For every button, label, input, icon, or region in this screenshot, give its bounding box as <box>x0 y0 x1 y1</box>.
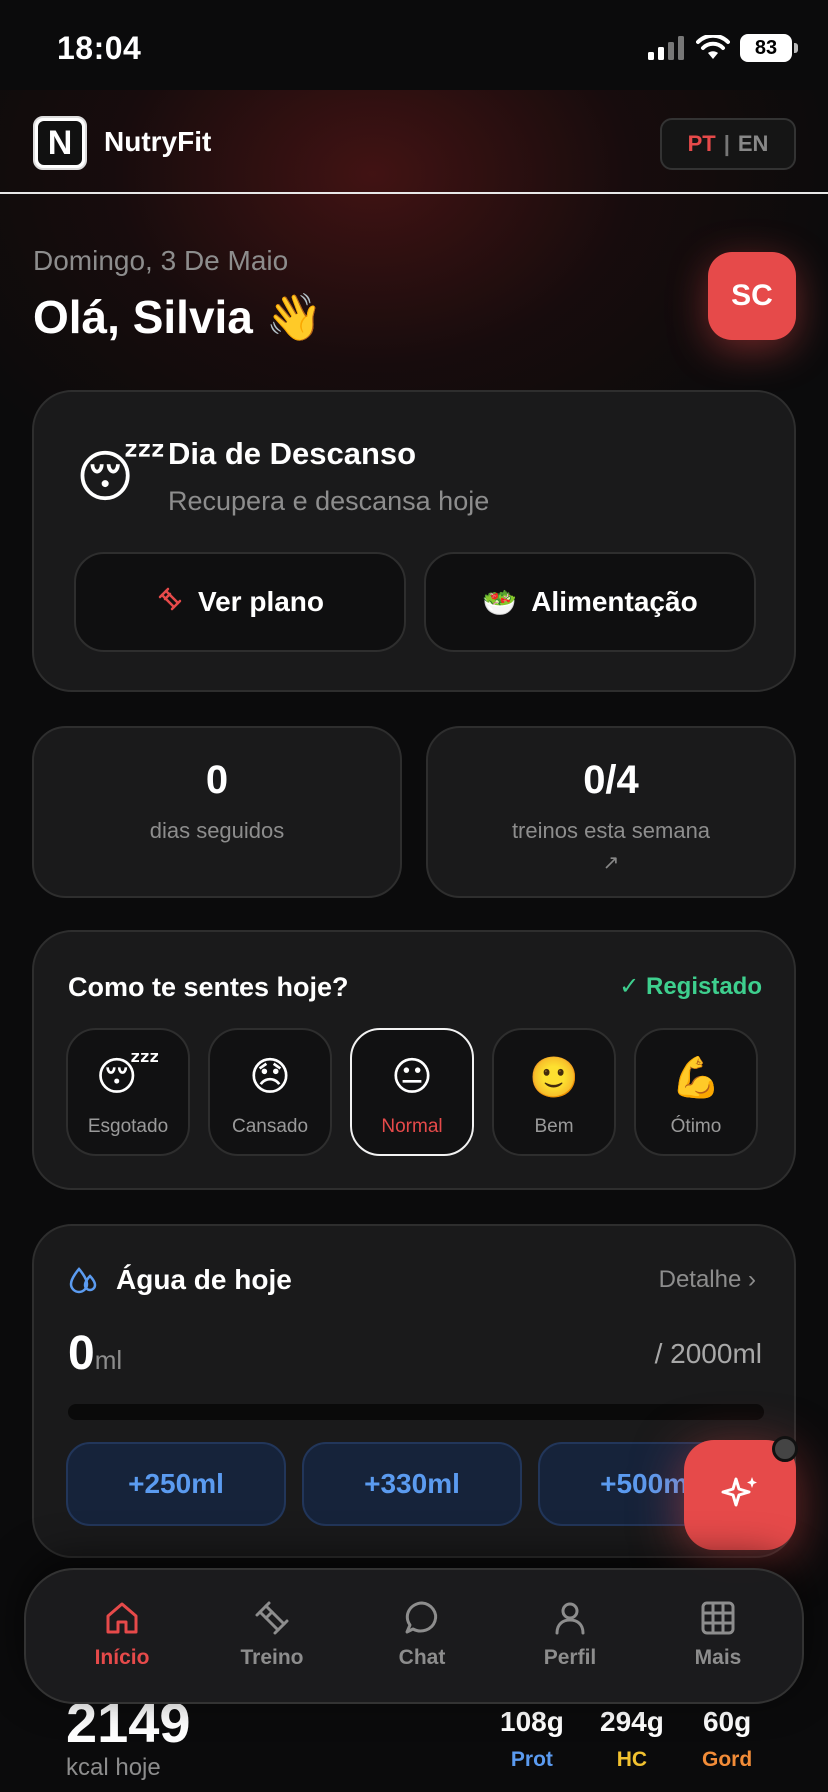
streak-label: dias seguidos <box>149 818 285 843</box>
nav-item-chat[interactable]: Chat <box>362 1598 482 1670</box>
logo-letter: N <box>38 121 82 165</box>
water-amount: 0ml <box>68 1326 122 1381</box>
mood-option-exhausted[interactable]: 😴 Esgotado <box>66 1028 190 1156</box>
wifi-icon <box>696 35 730 59</box>
nav-label: Chat <box>398 1646 446 1669</box>
grid-icon <box>701 1601 735 1635</box>
app-header: N NutryFit PT | EN <box>0 96 828 194</box>
water-amount-value: 0 <box>68 1327 95 1380</box>
nav-item-more[interactable]: Mais <box>658 1598 778 1670</box>
user-icon <box>555 1602 585 1635</box>
water-amount-unit: ml <box>94 1345 123 1375</box>
sleeping-face-icon: 😴 <box>95 1055 161 1099</box>
macro-value: 60g <box>702 1706 752 1737</box>
rest-day-subtitle: Recupera e descansa hoje <box>168 486 490 516</box>
water-detail-link[interactable]: Detalhe › <box>659 1266 756 1294</box>
nav-label: Perfil <box>543 1646 597 1669</box>
trend-up-icon: ↗ <box>602 852 620 874</box>
home-icon <box>106 1602 138 1634</box>
weekly-workouts-card: 0/4 treinos esta semana ↗ <box>426 726 796 898</box>
dumbbell-icon <box>156 585 184 620</box>
nav-item-profile[interactable]: Perfil <box>510 1598 630 1670</box>
mood-registered-status: ✓ Registado <box>619 973 762 1000</box>
disappointed-face-icon: 😞 <box>249 1055 291 1099</box>
add-250ml-button[interactable]: +250ml <box>66 1442 286 1526</box>
macro-value: 108g <box>500 1706 564 1737</box>
mood-card: Como te sentes hoje? ✓ Registado 😴 Esgot… <box>32 930 796 1190</box>
macro-name: Gord <box>702 1748 753 1771</box>
bottom-navigation: Início Treino Chat Perfil Mais <box>24 1568 804 1704</box>
mood-option-tired[interactable]: 😞 Cansado <box>208 1028 332 1156</box>
lang-en[interactable]: EN <box>738 131 769 157</box>
language-switcher[interactable]: PT | EN <box>660 118 796 170</box>
mood-option-label: Bem <box>534 1116 574 1137</box>
nav-label: Início <box>94 1646 150 1669</box>
nav-item-home[interactable]: Início <box>62 1598 182 1670</box>
status-time: 18:04 <box>57 30 142 66</box>
water-card: Água de hoje Detalhe › 0ml / 2000ml +250… <box>32 1224 796 1558</box>
fab-indicator-dot <box>772 1436 798 1462</box>
view-plan-label: Ver plano <box>197 586 325 617</box>
workouts-label: treinos esta semana <box>511 818 711 843</box>
macro-protein: 108g Prot <box>500 1706 564 1772</box>
workouts-value: 0/4 <box>583 758 639 802</box>
app-logo[interactable]: N <box>33 116 87 170</box>
water-title: Água de hoje <box>116 1264 292 1295</box>
battery-icon: 83 <box>740 34 798 62</box>
lang-separator: | <box>723 131 730 156</box>
water-goal: / 2000ml <box>654 1338 762 1369</box>
mood-option-label: Cansado <box>231 1116 309 1137</box>
nutrition-button[interactable]: 🥗 Alimentação <box>424 552 756 652</box>
sleeping-face-icon: 😴 <box>76 445 166 508</box>
salad-icon: 🥗 <box>482 586 518 618</box>
mood-option-label: Normal <box>381 1116 443 1137</box>
mood-option-great[interactable]: 💪 Ótimo <box>634 1028 758 1156</box>
view-plan-button[interactable]: Ver plano <box>74 552 406 652</box>
mood-option-label: Esgotado <box>87 1116 169 1137</box>
neutral-face-icon: 😐 <box>391 1055 433 1099</box>
status-icons: 83 <box>648 34 798 62</box>
mood-option-good[interactable]: 🙂 Bem <box>492 1028 616 1156</box>
calories-label: kcal hoje <box>66 1754 161 1781</box>
smiling-face-icon: 🙂 <box>529 1056 579 1100</box>
nutrition-label: Alimentação <box>531 586 698 617</box>
streak-value: 0 <box>205 758 229 802</box>
water-drop-icon <box>69 1267 97 1294</box>
nav-item-workout[interactable]: Treino <box>212 1598 332 1670</box>
mood-option-label: Ótimo <box>670 1116 722 1137</box>
nav-label: Mais <box>694 1646 742 1669</box>
lang-pt[interactable]: PT <box>688 131 716 157</box>
current-date: Domingo, 3 De Maio <box>33 245 289 276</box>
macro-name: HC <box>616 1748 648 1771</box>
streak-card: 0 dias seguidos <box>32 726 402 898</box>
macro-value: 294g <box>600 1706 664 1737</box>
status-bar: 18:04 83 <box>0 0 828 96</box>
dumbbell-icon <box>255 1601 289 1635</box>
rest-day-card: 😴 Dia de Descanso Recupera e descansa ho… <box>32 390 796 692</box>
nav-label: Treino <box>240 1646 304 1669</box>
rest-day-title: Dia de Descanso <box>168 436 417 471</box>
brand-name: NutryFit <box>104 126 212 157</box>
chat-icon <box>405 1601 438 1634</box>
mood-option-normal[interactable]: 😐 Normal <box>350 1028 474 1156</box>
macro-name: Prot <box>510 1748 553 1771</box>
greeting-title: Olá, Silvia 👋 <box>33 291 323 343</box>
signal-icon <box>648 36 684 60</box>
macro-fat: 60g Gord <box>702 1706 752 1772</box>
add-330ml-button[interactable]: +330ml <box>302 1442 522 1526</box>
mood-question: Como te sentes hoje? <box>68 972 349 1002</box>
avatar[interactable]: SC <box>708 252 796 340</box>
water-progress-bar <box>68 1404 764 1420</box>
flexed-biceps-icon: 💪 <box>671 1056 721 1100</box>
macro-carbs: 294g HC <box>600 1706 664 1772</box>
sparkles-icon <box>721 1477 757 1507</box>
